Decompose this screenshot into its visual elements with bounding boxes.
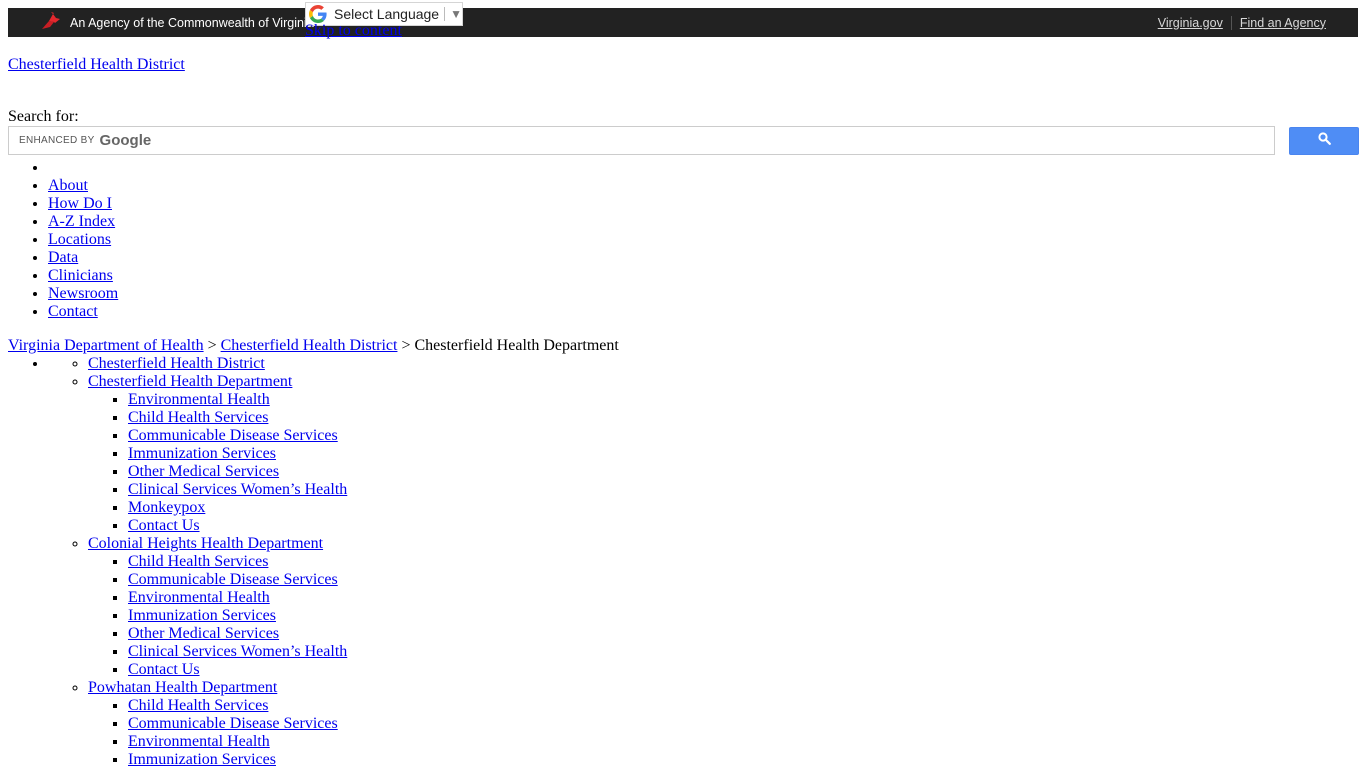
tree-root: Chesterfield Health District Chesterfiel… xyxy=(48,355,347,769)
department-link-colonial-heights[interactable]: Colonial Heights Health Department xyxy=(88,535,323,552)
nav-item-empty xyxy=(48,159,118,177)
link-divider xyxy=(1230,15,1232,30)
section-tree: Chesterfield Health District Chesterfiel… xyxy=(8,355,347,769)
service-link[interactable]: Clinical Services Women’s Health xyxy=(128,481,347,498)
nav-link-how-do-i[interactable]: How Do I xyxy=(48,195,112,212)
service-item: Contact Us xyxy=(128,517,347,535)
skip-to-content-link[interactable]: Skip to content xyxy=(305,22,402,40)
department-link-powhatan[interactable]: Powhatan Health Department xyxy=(88,679,277,696)
service-link[interactable]: Child Health Services xyxy=(128,553,268,570)
agency-text: An Agency of the Commonwealth of Virgini… xyxy=(70,15,314,30)
service-item: Environmental Health xyxy=(128,733,347,751)
service-link[interactable]: Environmental Health xyxy=(128,589,270,606)
service-item: Other Medical Services xyxy=(128,463,347,481)
service-item: Communicable Disease Services xyxy=(128,715,347,733)
service-link[interactable]: Immunization Services xyxy=(128,751,276,768)
search-field-container: ENHANCED BY Google xyxy=(8,126,1278,156)
department-link-chesterfield[interactable]: Chesterfield Health Department xyxy=(88,373,292,390)
breadcrumb-separator: > xyxy=(207,337,217,354)
search-input[interactable] xyxy=(9,127,1278,156)
nav-link-contact[interactable]: Contact xyxy=(48,303,98,320)
site-title-link[interactable]: Chesterfield Health District xyxy=(8,56,185,74)
department-item: Powhatan Health Department Child Health … xyxy=(88,679,347,769)
service-link[interactable]: Environmental Health xyxy=(128,391,270,408)
service-item: Clinical Services Women’s Health xyxy=(128,481,347,499)
service-item: Communicable Disease Services xyxy=(128,427,347,445)
service-item: Child Health Services xyxy=(128,409,347,427)
nav-link-about[interactable]: About xyxy=(48,177,88,194)
service-link[interactable]: Communicable Disease Services xyxy=(128,715,338,732)
service-list: Environmental Health Child Health Servic… xyxy=(88,391,347,535)
search-label: Search for: xyxy=(8,108,79,125)
nav-link-data[interactable]: Data xyxy=(48,249,78,266)
service-link[interactable]: Immunization Services xyxy=(128,445,276,462)
service-item: Immunization Services xyxy=(128,445,347,463)
service-item: Immunization Services xyxy=(128,607,347,625)
breadcrumb: Virginia Department of Health > Chesterf… xyxy=(8,337,619,355)
service-link[interactable]: Clinical Services Women’s Health xyxy=(128,643,347,660)
dropdown-arrow-icon: ▼ xyxy=(450,7,462,21)
service-link[interactable]: Environmental Health xyxy=(128,733,270,750)
agency-top-bar: An Agency of the Commonwealth of Virgini… xyxy=(8,8,1358,37)
service-link[interactable]: Monkeypox xyxy=(128,499,205,516)
nav-link-newsroom[interactable]: Newsroom xyxy=(48,285,118,302)
department-item: Chesterfield Health District xyxy=(88,355,347,373)
service-item: Other Medical Services xyxy=(128,625,347,643)
service-link[interactable]: Immunization Services xyxy=(128,607,276,624)
service-link[interactable]: Communicable Disease Services xyxy=(128,571,338,588)
department-link-chesterfield-district[interactable]: Chesterfield Health District xyxy=(88,355,265,372)
service-item: Contact Us xyxy=(128,661,347,679)
nav-item-about: About xyxy=(48,177,118,195)
nav-item-a-z-index: A-Z Index xyxy=(48,213,118,231)
virginia-gov-link[interactable]: Virginia.gov xyxy=(1158,16,1223,30)
service-item: Communicable Disease Services xyxy=(128,571,347,589)
nav-item-clinicians: Clinicians xyxy=(48,267,118,285)
breadcrumb-separator: > xyxy=(401,337,411,354)
main-nav: About How Do I A-Z Index Locations Data … xyxy=(8,159,118,321)
department-item: Colonial Heights Health Department Child… xyxy=(88,535,347,679)
service-item: Immunization Services xyxy=(128,751,347,769)
department-list: Chesterfield Health District Chesterfiel… xyxy=(48,355,347,769)
service-item: Clinical Services Women’s Health xyxy=(128,643,347,661)
service-link[interactable]: Contact Us xyxy=(128,517,200,534)
select-divider xyxy=(444,7,446,21)
nav-item-locations: Locations xyxy=(48,231,118,249)
service-link[interactable]: Contact Us xyxy=(128,661,200,678)
breadcrumb-link-vdh[interactable]: Virginia Department of Health xyxy=(8,337,204,354)
search-button[interactable] xyxy=(1289,127,1359,155)
service-list: Child Health Services Communicable Disea… xyxy=(88,553,347,679)
service-item: Monkeypox xyxy=(128,499,347,517)
service-item: Environmental Health xyxy=(128,391,347,409)
service-link[interactable]: Child Health Services xyxy=(128,697,268,714)
department-item: Chesterfield Health Department Environme… xyxy=(88,373,347,535)
language-select-label: Select Language xyxy=(334,6,440,22)
google-g-icon xyxy=(309,5,327,23)
service-link[interactable]: Communicable Disease Services xyxy=(128,427,338,444)
cardinal-logo-icon xyxy=(40,12,70,33)
find-an-agency-link[interactable]: Find an Agency xyxy=(1240,16,1326,30)
service-item: Child Health Services xyxy=(128,553,347,571)
service-item: Child Health Services xyxy=(128,697,347,715)
nav-link-locations[interactable]: Locations xyxy=(48,231,111,248)
service-link[interactable]: Child Health Services xyxy=(128,409,268,426)
breadcrumb-link-district[interactable]: Chesterfield Health District xyxy=(221,337,398,354)
nav-item-how-do-i: How Do I xyxy=(48,195,118,213)
agency-banner: An Agency of the Commonwealth of Virgini… xyxy=(40,8,314,37)
top-links: Virginia.gov Find an Agency xyxy=(1158,8,1326,37)
nav-item-contact: Contact xyxy=(48,303,118,321)
service-item: Environmental Health xyxy=(128,589,347,607)
nav-item-newsroom: Newsroom xyxy=(48,285,118,303)
nav-item-data: Data xyxy=(48,249,118,267)
service-link[interactable]: Other Medical Services xyxy=(128,463,279,480)
nav-link-clinicians[interactable]: Clinicians xyxy=(48,267,113,284)
service-link[interactable]: Other Medical Services xyxy=(128,625,279,642)
service-list: Child Health Services Communicable Disea… xyxy=(88,697,347,769)
search-icon xyxy=(1317,132,1331,150)
nav-link-a-z-index[interactable]: A-Z Index xyxy=(48,213,115,230)
breadcrumb-current: Chesterfield Health Department xyxy=(414,337,619,354)
